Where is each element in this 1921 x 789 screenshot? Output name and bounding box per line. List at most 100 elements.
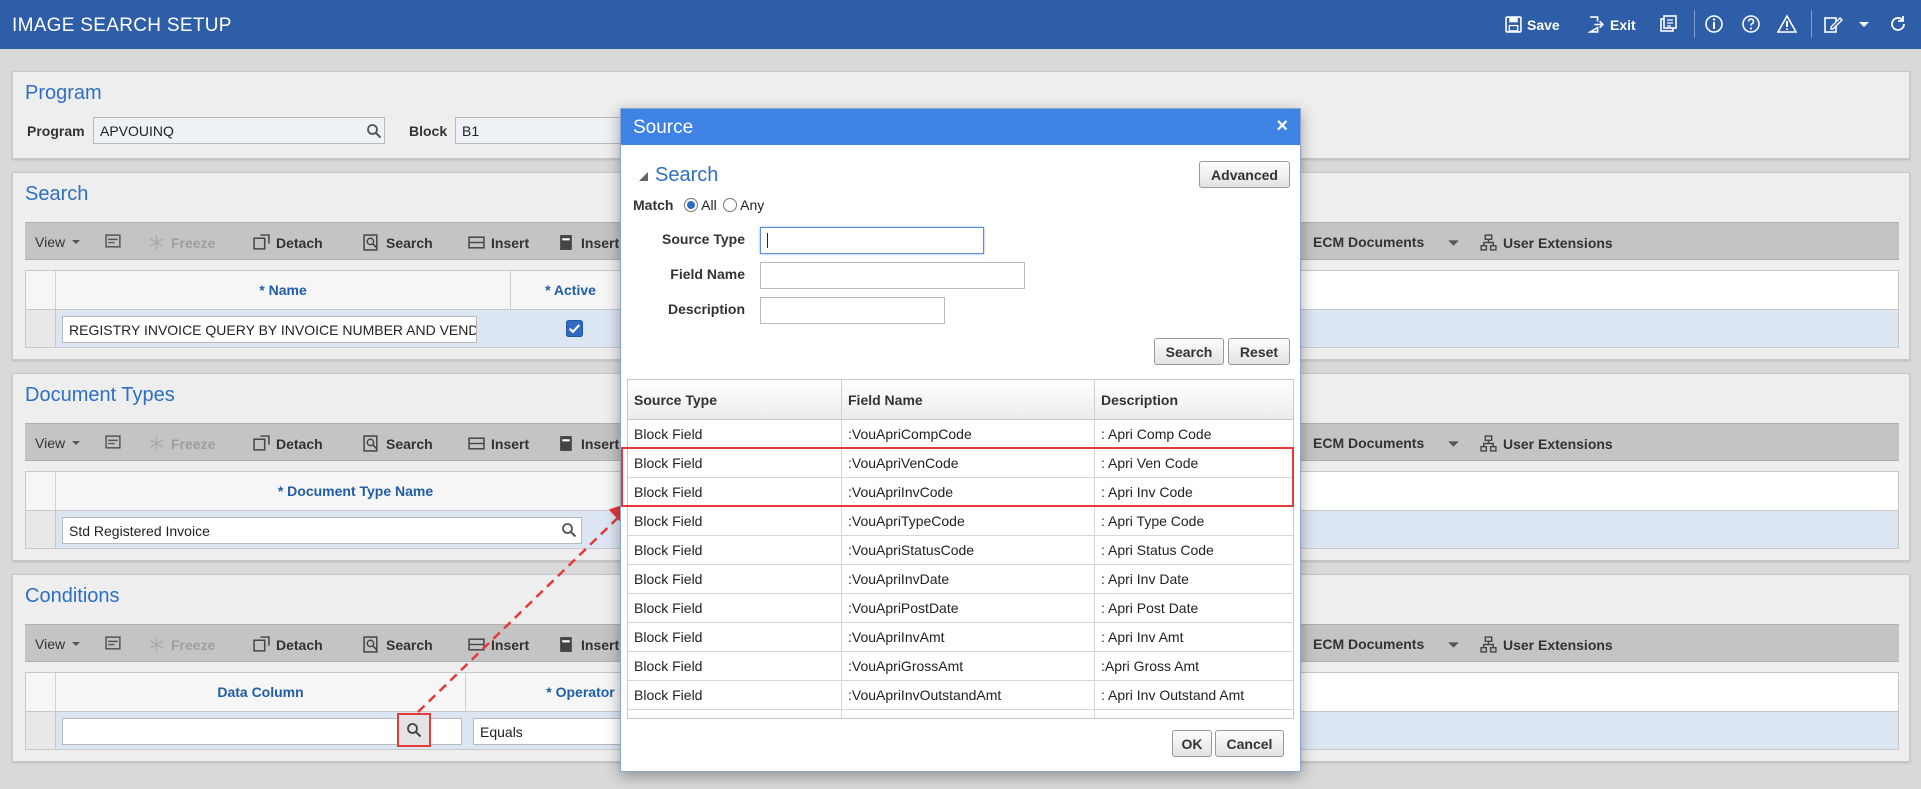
view-menu[interactable]: View [35, 435, 81, 451]
block-field[interactable]: B1 [455, 117, 645, 144]
table-row[interactable]: Block Field:VouApriStatusCode: Apri Stat… [628, 536, 1293, 565]
table-row[interactable]: Block Field:VouApriInvCode: Apri Inv Cod… [628, 478, 1293, 507]
radio-icon [723, 198, 737, 212]
column-header-description[interactable]: Description [1095, 380, 1293, 420]
form-icon[interactable] [105, 233, 122, 250]
column-header-field-name[interactable]: Field Name [842, 380, 1095, 420]
search-label: Search [386, 435, 433, 452]
search-button[interactable]: Search [363, 435, 433, 452]
cancel-label: Cancel [1226, 735, 1273, 752]
source-type-field[interactable] [760, 227, 984, 254]
reset-button[interactable]: Reset [1228, 338, 1290, 365]
search-section-toggle[interactable]: Search [637, 164, 718, 187]
chevron-down-icon[interactable] [1445, 435, 1462, 452]
ecm-documents-button[interactable]: ECM Documents [1313, 234, 1424, 250]
row-selector[interactable] [26, 712, 56, 749]
info-icon[interactable] [1704, 14, 1724, 34]
hierarchy-icon [1480, 435, 1497, 452]
document-types-title: Document Types [25, 384, 175, 406]
search-icon[interactable] [366, 123, 382, 139]
ecm-documents-button[interactable]: ECM Documents [1313, 435, 1424, 451]
edit-icon[interactable] [1823, 14, 1843, 34]
save-button[interactable]: Save [1505, 16, 1560, 33]
freeze-label: Freeze [171, 234, 216, 251]
chevron-down-icon [72, 441, 81, 445]
close-icon[interactable]: × [1276, 115, 1288, 138]
row-selector[interactable] [26, 310, 56, 347]
table-row[interactable]: Block Field:VouApriInvDate: Apri Inv Dat… [628, 565, 1293, 594]
detach-icon [253, 234, 270, 250]
insert-label: Insert [581, 234, 620, 251]
cancel-button[interactable]: Cancel [1215, 730, 1284, 757]
detach-button[interactable]: Detach [253, 234, 323, 251]
description-field[interactable] [760, 297, 945, 324]
search-button[interactable]: Search [363, 234, 433, 251]
search-button[interactable]: Search [363, 636, 433, 653]
insert-button[interactable]: Insert [468, 636, 529, 653]
table-row[interactable]: Block Field:VouApriCompCode: Apri Comp C… [628, 420, 1293, 449]
table-row[interactable]: Block Field:VouApriPostDate: Apri Post D… [628, 594, 1293, 623]
chevron-down-icon [72, 642, 81, 646]
warning-icon[interactable] [1777, 14, 1797, 34]
advanced-button[interactable]: Advanced [1199, 161, 1290, 188]
insert-button[interactable]: Insert [468, 435, 529, 452]
column-header-source-type[interactable]: Source Type [628, 380, 842, 420]
match-any-radio[interactable]: Any [723, 197, 764, 213]
insert-button[interactable]: Insert [558, 435, 619, 452]
report-icon[interactable] [1658, 14, 1678, 34]
field-name-cell: :VouApriInvDate [842, 565, 1095, 593]
table-row[interactable]: Block Field:VouApriHoldbkAmt: Apri Holdb… [628, 710, 1293, 718]
user-extensions-button[interactable]: User Extensions [1480, 636, 1613, 653]
search-icon[interactable] [561, 522, 577, 538]
column-header-document-type[interactable]: * Document Type Name [56, 472, 656, 510]
form-icon[interactable] [105, 635, 122, 652]
view-menu[interactable]: View [35, 636, 81, 652]
document-type-field[interactable]: Std Registered Invoice [62, 517, 582, 544]
search-icon [407, 723, 422, 738]
insert-row-icon [468, 236, 485, 249]
exit-button[interactable]: Exit [1588, 16, 1636, 33]
freeze-button[interactable]: Freeze [148, 435, 215, 452]
insert-button[interactable]: Insert [468, 234, 529, 251]
view-menu[interactable]: View [35, 234, 81, 250]
help-icon[interactable] [1741, 14, 1761, 34]
ecm-documents-button[interactable]: ECM Documents [1313, 636, 1424, 652]
table-row[interactable]: Block Field:VouApriTypeCode: Apri Type C… [628, 507, 1293, 536]
field-name-field[interactable] [760, 262, 1025, 289]
row-selector[interactable] [26, 511, 56, 548]
search-name-field[interactable]: REGISTRY INVOICE QUERY BY INVOICE NUMBER… [62, 316, 477, 343]
detach-button[interactable]: Detach [253, 636, 323, 653]
insert-doc-icon [560, 637, 572, 652]
insert-button[interactable]: Insert [558, 234, 619, 251]
data-column-lookup-button[interactable] [397, 713, 431, 747]
ok-button[interactable]: OK [1172, 730, 1212, 757]
reset-label: Reset [1239, 343, 1279, 360]
row-header-cell [26, 472, 56, 510]
column-header-active[interactable]: * Active [511, 271, 631, 309]
chevron-down-icon[interactable] [1854, 14, 1874, 34]
insert-button[interactable]: Insert [558, 636, 619, 653]
table-row[interactable]: Block Field:VouApriVenCode: Apri Ven Cod… [628, 449, 1293, 478]
results-table: Source Type Field Name Description Block… [627, 379, 1294, 719]
chevron-down-icon[interactable] [1445, 234, 1462, 251]
chevron-down-icon[interactable] [1445, 636, 1462, 653]
detach-button[interactable]: Detach [253, 435, 323, 452]
form-icon[interactable] [105, 434, 122, 451]
program-field[interactable]: APVOUINQ [93, 117, 385, 144]
app-title: IMAGE SEARCH SETUP [12, 15, 232, 36]
table-row[interactable]: Block Field:VouApriInvOutstandAmt: Apri … [628, 681, 1293, 710]
source-type-cell: Block Field [628, 478, 842, 506]
table-row[interactable]: Block Field:VouApriGrossAmt:Apri Gross A… [628, 652, 1293, 681]
search-button[interactable]: Search [1154, 338, 1224, 365]
exit-icon [1588, 16, 1605, 33]
match-all-radio[interactable]: All [684, 197, 717, 213]
column-header-data-column[interactable]: Data Column [56, 673, 466, 711]
column-header-name[interactable]: * Name [56, 271, 511, 309]
active-checkbox[interactable] [566, 320, 583, 337]
user-extensions-button[interactable]: User Extensions [1480, 234, 1613, 251]
freeze-button[interactable]: Freeze [148, 234, 215, 251]
freeze-button[interactable]: Freeze [148, 636, 215, 653]
refresh-icon[interactable] [1888, 14, 1908, 34]
table-row[interactable]: Block Field:VouApriInvAmt: Apri Inv Amt [628, 623, 1293, 652]
user-extensions-button[interactable]: User Extensions [1480, 435, 1613, 452]
